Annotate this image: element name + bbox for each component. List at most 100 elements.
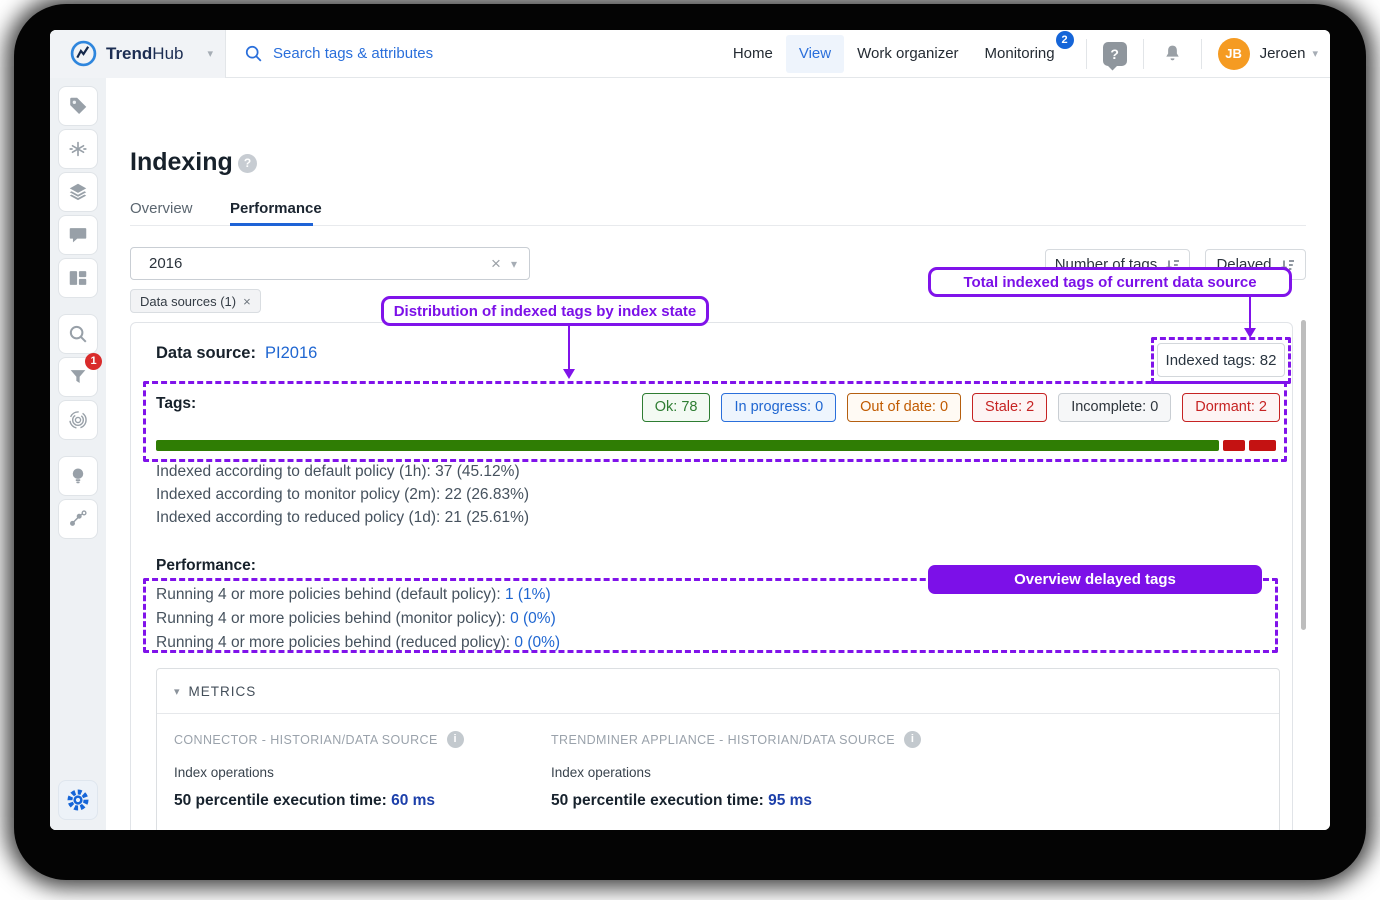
monitoring-badge: 2 (1056, 31, 1074, 49)
nav-item-view[interactable]: View (786, 35, 844, 73)
data-sources-chip[interactable]: Data sources (1) × (130, 289, 261, 313)
sidebar-filter-button[interactable]: 1 (58, 357, 98, 397)
nav-item-monitoring[interactable]: Monitoring 2 (972, 35, 1068, 73)
policy-line: Indexed according to reduced policy (1d)… (156, 506, 529, 529)
sidebar-calculations-button[interactable] (58, 129, 98, 169)
global-search[interactable]: Search tags & attributes (244, 44, 433, 63)
metrics-panel: ▾ METRICS CONNECTOR - HISTORIAN/DATA SOU… (156, 668, 1280, 830)
sidebar-group-gap (50, 443, 106, 456)
notifications-bell-icon[interactable] (1162, 43, 1183, 64)
brand-chevron-down-icon[interactable]: ▾ (207, 47, 213, 60)
lightbulb-icon (67, 465, 89, 487)
page-help-icon[interactable]: ? (238, 154, 257, 173)
badge-in-progress[interactable]: In progress: 0 (721, 393, 836, 422)
annotation-total-indexed-tags: Total indexed tags of current data sourc… (928, 267, 1292, 297)
left-sidebar: 1 (50, 78, 106, 830)
badge-stale[interactable]: Stale: 2 (972, 393, 1047, 422)
sparkle-icon (67, 138, 89, 160)
sidebar-comments-button[interactable] (58, 215, 98, 255)
annotation-arrow (563, 326, 575, 379)
nav-item-work-organizer[interactable]: Work organizer (844, 35, 971, 73)
metrics-group-label: Index operations (551, 765, 921, 780)
tag-state-badges: Ok: 78 In progress: 0 Out of date: 0 Sta… (642, 393, 1280, 422)
metrics-column-title: CONNECTOR - HISTORIAN/DATA SOURCE i (174, 731, 464, 748)
badge-ok[interactable]: Ok: 78 (642, 393, 711, 422)
bar-segment-stale (1223, 440, 1244, 451)
metrics-title: METRICS (189, 684, 257, 699)
sidebar-tags-button[interactable] (58, 86, 98, 126)
trendhub-logo-icon (70, 40, 97, 67)
datasource-name-link[interactable]: PI2016 (265, 344, 317, 363)
filter-select-value: 2016 (149, 255, 182, 272)
navbar-divider (1143, 39, 1144, 69)
sidebar-layers-button[interactable] (58, 172, 98, 212)
badge-out-of-date[interactable]: Out of date: 0 (847, 393, 961, 422)
chevron-down-icon: ▾ (174, 685, 180, 698)
vertical-scrollbar[interactable] (1301, 320, 1306, 630)
metrics-column-connector: CONNECTOR - HISTORIAN/DATA SOURCE i Inde… (174, 731, 464, 810)
user-avatar[interactable]: JB (1218, 38, 1250, 70)
sidebar-search-button[interactable] (58, 314, 98, 354)
chip-remove-icon[interactable]: × (243, 294, 251, 309)
tab-overview[interactable]: Overview (130, 200, 193, 217)
layers-icon (67, 181, 89, 203)
policy-summary: Indexed according to default policy (1h)… (156, 460, 529, 529)
metrics-column-title: TRENDMINER APPLIANCE - HISTORIAN/DATA SO… (551, 731, 921, 748)
info-icon[interactable]: i (447, 731, 464, 748)
sidebar-fingerprint-button[interactable] (58, 400, 98, 440)
info-icon[interactable]: i (904, 731, 921, 748)
filter-chevron-down-icon[interactable]: ▾ (511, 257, 517, 271)
brand-menu[interactable]: TrendHub ▾ (50, 30, 226, 78)
sidebar-settings-button[interactable] (58, 780, 98, 820)
comment-icon (67, 224, 89, 246)
sidebar-suggestions-button[interactable] (58, 456, 98, 496)
page-title: Indexing (130, 148, 233, 177)
badge-incomplete[interactable]: Incomplete: 0 (1058, 393, 1171, 422)
metrics-column-appliance: TRENDMINER APPLIANCE - HISTORIAN/DATA SO… (551, 731, 921, 810)
bar-segment-dormant (1249, 440, 1276, 451)
tab-performance[interactable]: Performance (230, 200, 322, 217)
annotation-distribution: Distribution of indexed tags by index st… (381, 296, 709, 326)
nav-item-home[interactable]: Home (720, 35, 786, 73)
metric-line: 50 percentile execution time: 95 ms (551, 792, 921, 810)
delayed-line: Running 4 or more policies behind (monit… (156, 607, 560, 631)
annotation-arrow (1244, 297, 1256, 338)
datasource-filter-select[interactable]: 2016 × ▾ (130, 247, 530, 280)
main-region: 1 Indexing ? Overview Perfo (50, 78, 1330, 830)
sidebar-context-graph-button[interactable] (58, 499, 98, 539)
gear-icon (66, 788, 90, 812)
datasource-label: Data source: (156, 344, 256, 363)
performance-label: Performance: (156, 557, 256, 575)
screenshot-canvas: TrendHub ▾ Search tags & attributes Home… (0, 0, 1380, 900)
dashboard-icon (67, 267, 89, 289)
metrics-group-label: Index operations (174, 765, 464, 780)
metrics-collapse-header[interactable]: ▾ METRICS (157, 669, 1279, 714)
active-tab-underline (230, 223, 313, 226)
filter-count-badge: 1 (85, 353, 102, 370)
search-label: Search tags & attributes (273, 45, 433, 62)
policy-line: Indexed according to monitor policy (2m)… (156, 483, 529, 506)
tag-icon (67, 95, 89, 117)
index-state-bar (156, 440, 1280, 451)
graph-nodes-icon (67, 508, 89, 530)
sidebar-group-gap (50, 301, 106, 314)
delayed-line: Running 4 or more policies behind (defau… (156, 583, 560, 607)
annotation-overview-delayed-tags: Overview delayed tags (928, 565, 1262, 594)
filter-clear-icon[interactable]: × (481, 254, 511, 274)
sidebar-dashboard-button[interactable] (58, 258, 98, 298)
navbar-right: Home View Work organizer Monitoring 2 ? … (720, 30, 1330, 77)
help-icon[interactable]: ? (1103, 42, 1127, 66)
delayed-line: Running 4 or more policies behind (reduc… (156, 631, 560, 655)
tags-label: Tags: (156, 395, 196, 413)
indexed-tags-count: Indexed tags: 82 (1157, 343, 1285, 377)
bar-segment-ok (156, 440, 1219, 451)
badge-dormant[interactable]: Dormant: 2 (1182, 393, 1280, 422)
user-menu-chevron-down-icon[interactable]: ▾ (1312, 47, 1318, 60)
search-icon (244, 44, 263, 63)
policy-line: Indexed according to default policy (1h)… (156, 460, 529, 483)
app-window: TrendHub ▾ Search tags & attributes Home… (50, 30, 1330, 830)
filter-funnel-icon (67, 366, 89, 388)
search-icon (67, 323, 89, 345)
fingerprint-icon (67, 409, 89, 431)
delayed-summary: Running 4 or more policies behind (defau… (156, 583, 560, 655)
